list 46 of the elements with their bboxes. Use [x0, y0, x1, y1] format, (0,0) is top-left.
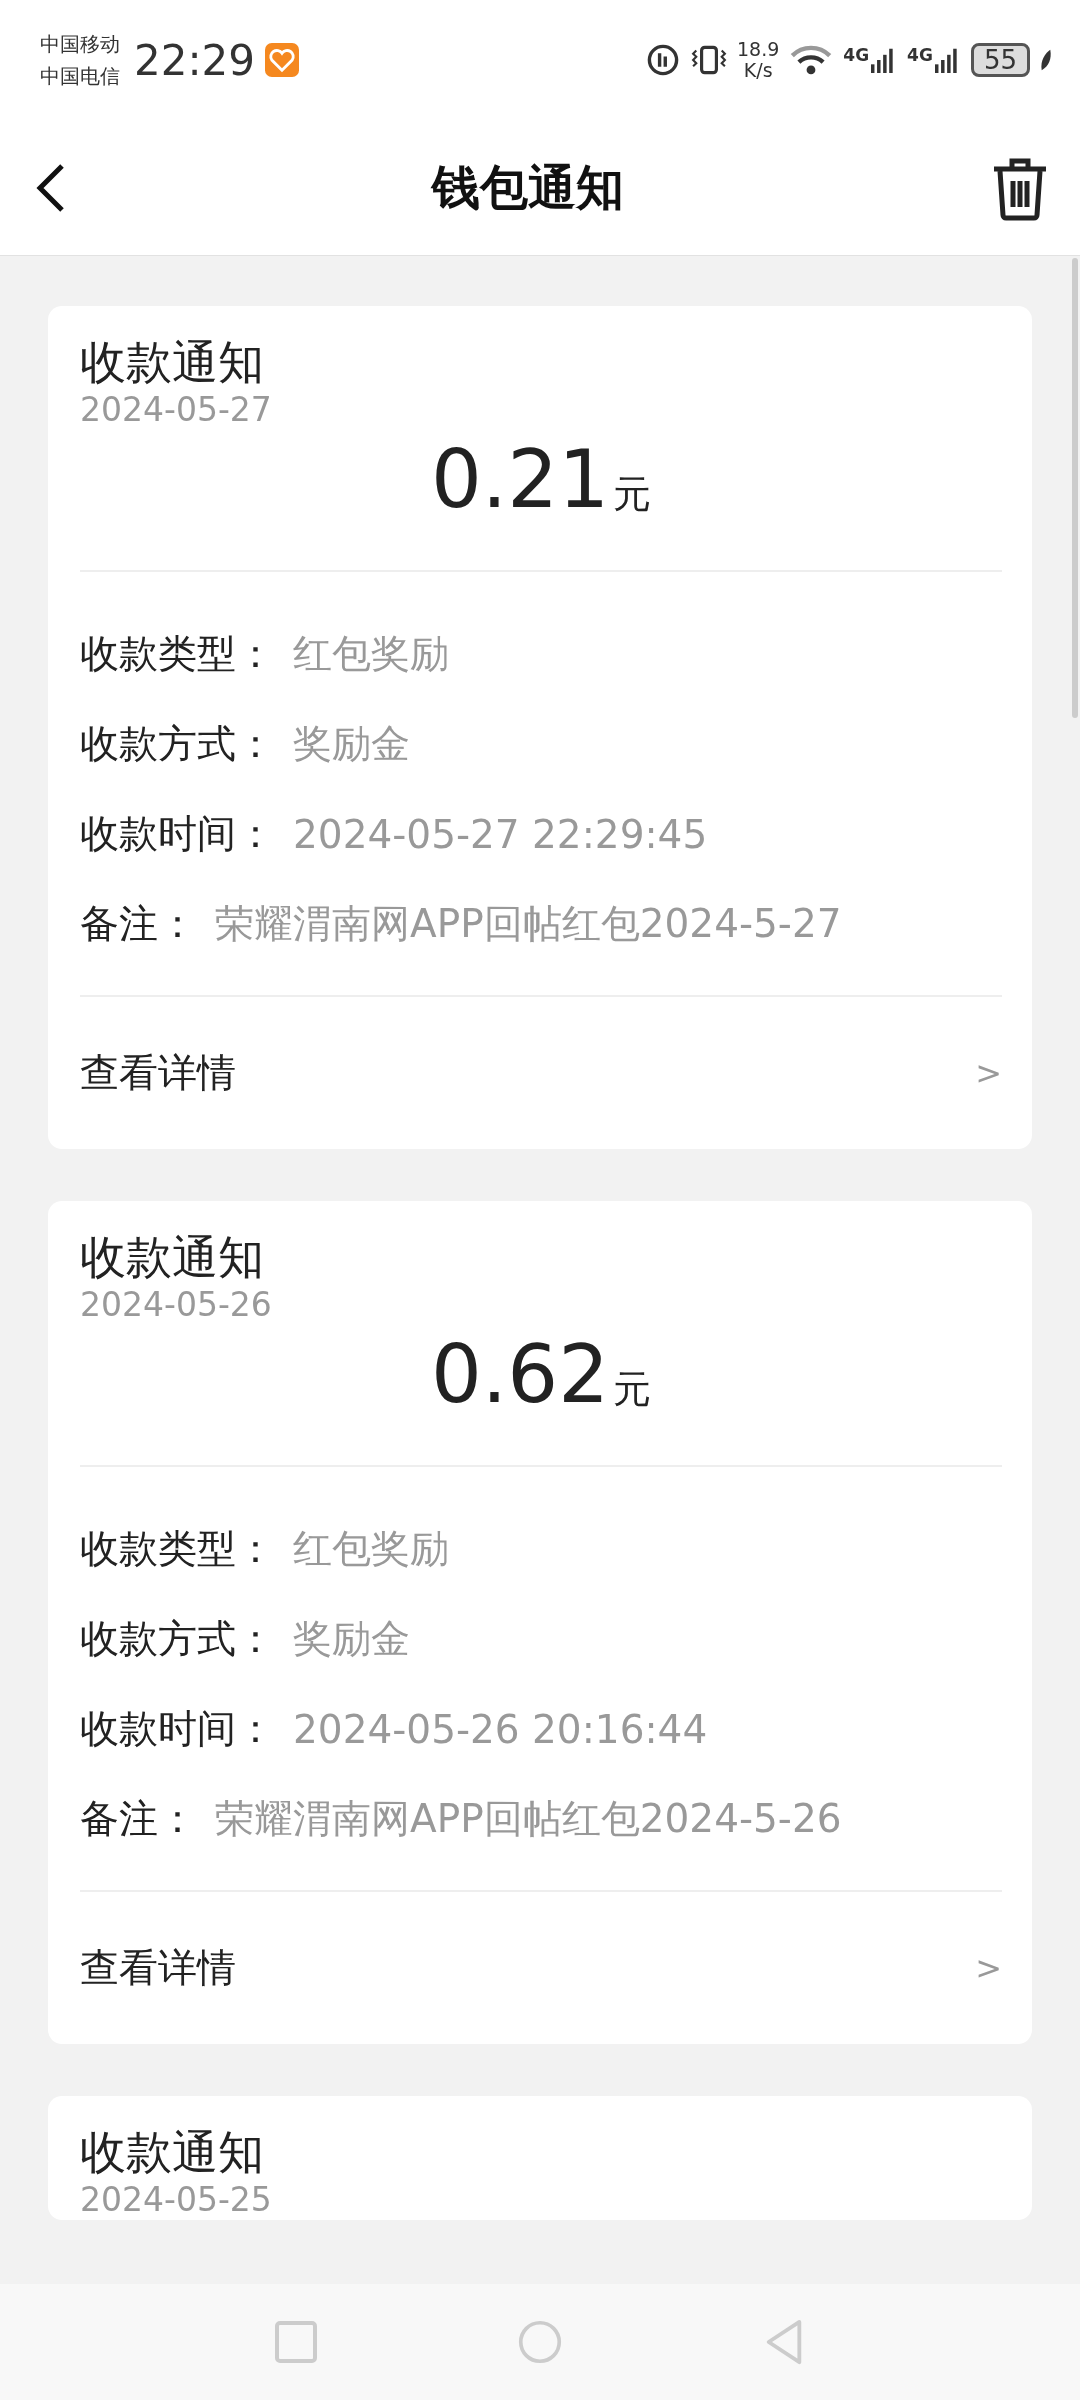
home-button[interactable]	[518, 2319, 562, 2365]
network-speed: K/s	[743, 60, 773, 81]
field-label: 备注：	[80, 900, 197, 948]
field-label: 收款方式：	[80, 720, 275, 768]
field-label: 收款方式：	[80, 1615, 275, 1663]
field-label: 收款类型：	[80, 1525, 275, 1573]
battery-indicator: 55	[970, 43, 1030, 77]
view-details-link[interactable]: 查看详情	[80, 1046, 236, 1100]
amount: 0.21	[430, 432, 610, 528]
field-value: 荣耀渭南网APP回帖红包2024-5-26	[215, 1795, 842, 1843]
field-value: 红包奖励	[293, 1525, 449, 1573]
clock-time: 22:29	[134, 35, 256, 85]
field-label: 备注：	[80, 1795, 197, 1843]
field-value: 奖励金	[293, 1615, 410, 1663]
heart-app-icon	[265, 43, 300, 77]
back-button[interactable]	[36, 162, 66, 213]
currency-unit: 元	[613, 1366, 652, 1413]
field-value: 2024-05-26 20:16:44	[293, 1706, 708, 1752]
notice-title: 收款通知	[80, 2124, 265, 2180]
network-speed: 18.9	[737, 39, 780, 60]
field-value: 荣耀渭南网APP回帖红包2024-5-27	[215, 900, 842, 948]
data-saver-icon	[645, 43, 681, 77]
scrollbar[interactable]	[1072, 258, 1078, 718]
view-details-link[interactable]: 查看详情	[80, 1941, 236, 1995]
page-title: 钱包通知	[432, 157, 624, 217]
amount: 0.62	[430, 1327, 610, 1423]
network-type: 4G	[907, 45, 933, 65]
notice-date: 2024-05-25	[80, 2180, 273, 2220]
notice-title: 收款通知	[80, 334, 265, 390]
field-label: 收款时间：	[80, 810, 275, 858]
notice-date: 2024-05-27	[80, 390, 273, 430]
field-label: 收款时间：	[80, 1705, 275, 1753]
field-value: 2024-05-27 22:29:45	[293, 811, 708, 857]
carrier-name: 中国移动	[40, 31, 120, 58]
notice-date: 2024-05-26	[80, 1285, 273, 1325]
field-value: 红包奖励	[293, 630, 449, 678]
notice-title: 收款通知	[80, 1229, 265, 1285]
carrier-name: 中国电信	[40, 63, 120, 90]
leaf-icon	[1040, 48, 1052, 72]
currency-unit: 元	[613, 471, 652, 518]
wifi-icon	[789, 43, 834, 77]
network-type: 4G	[843, 45, 870, 65]
recents-button[interactable]	[274, 2319, 318, 2365]
field-value: 奖励金	[293, 720, 410, 768]
field-label: 收款类型：	[80, 630, 275, 678]
vibrate-icon	[691, 43, 727, 77]
